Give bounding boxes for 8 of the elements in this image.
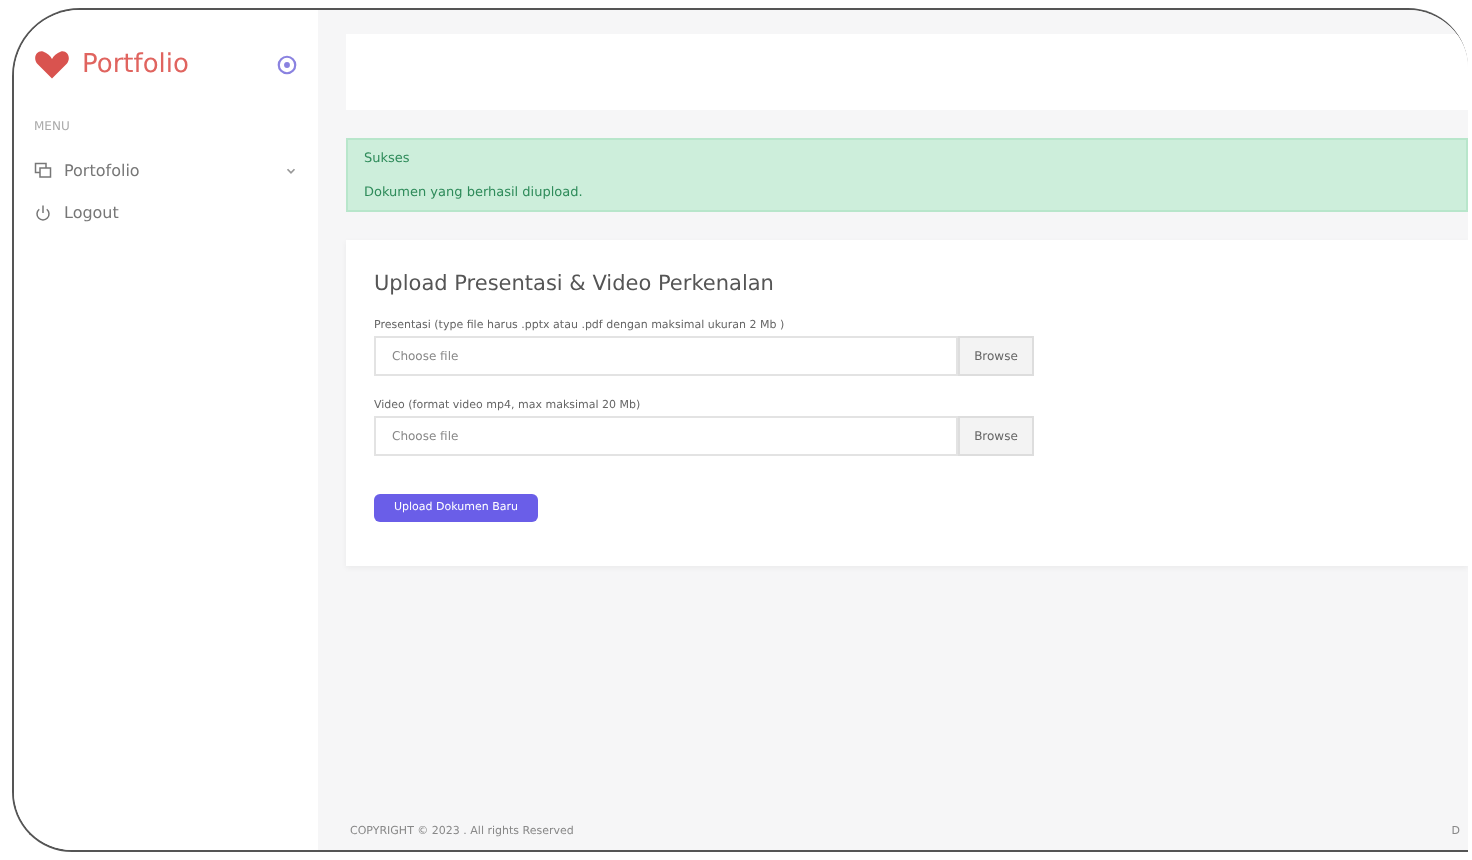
card-title: Upload Presentasi & Video Perkenalan — [374, 272, 776, 296]
power-icon — [34, 204, 52, 222]
sidebar-item[interactable]: Logout — [34, 196, 298, 230]
folders-icon — [34, 162, 52, 180]
heart-logo-icon — [34, 50, 70, 80]
sidebar-item[interactable]: Portofolio — [34, 154, 298, 188]
toggle-icon[interactable] — [276, 54, 298, 76]
brand-name: Portfolio — [82, 50, 191, 80]
